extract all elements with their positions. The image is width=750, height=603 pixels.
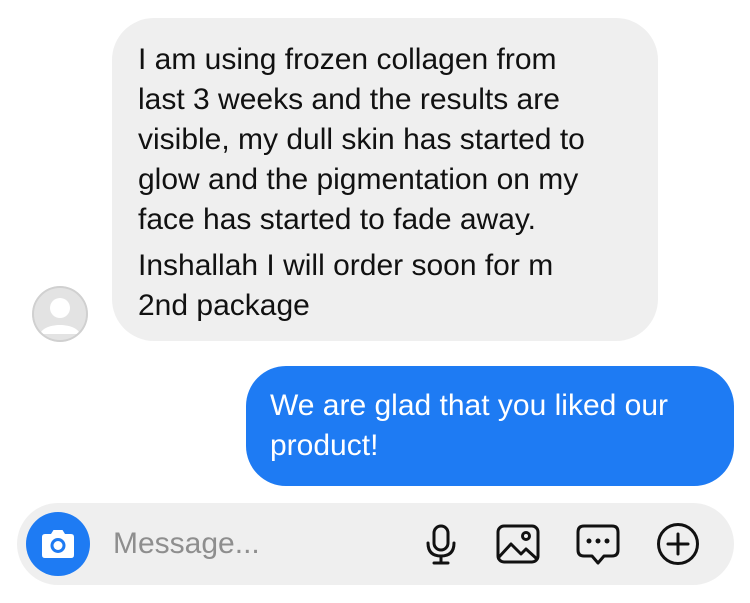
default-avatar-icon xyxy=(32,286,88,342)
chat-screen: I am using frozen collagen from last 3 w… xyxy=(0,0,750,603)
message-line: We are glad that you liked our xyxy=(270,389,669,422)
image-icon xyxy=(496,524,540,564)
message-line: last 3 weeks and the results are xyxy=(138,83,560,116)
message-line: Inshallah I will order soon for m xyxy=(138,249,554,282)
incoming-message-bubble[interactable]: I am using frozen collagen from last 3 w… xyxy=(112,18,658,341)
message-line: 2nd package xyxy=(138,289,310,322)
microphone-icon xyxy=(426,524,456,565)
message-line: visible, my dull skin has started to xyxy=(138,123,585,156)
camera-button[interactable] xyxy=(26,512,90,576)
sticker-icon xyxy=(576,524,620,565)
more-button[interactable] xyxy=(654,520,702,568)
outgoing-message-bubble[interactable]: We are glad that you liked our product! xyxy=(246,366,734,486)
message-line: face has started to fade away. xyxy=(138,203,537,236)
plus-icon xyxy=(657,523,699,565)
microphone-button[interactable] xyxy=(417,520,465,568)
sticker-button[interactable] xyxy=(574,520,622,568)
message-input[interactable] xyxy=(113,521,393,567)
message-line: I am using frozen collagen from xyxy=(138,43,557,76)
message-composer xyxy=(17,503,734,585)
message-line: product! xyxy=(270,429,379,462)
camera-icon xyxy=(42,530,74,558)
message-line: glow and the pigmentation on my xyxy=(138,163,579,196)
avatar[interactable] xyxy=(32,286,88,342)
gallery-button[interactable] xyxy=(494,520,542,568)
